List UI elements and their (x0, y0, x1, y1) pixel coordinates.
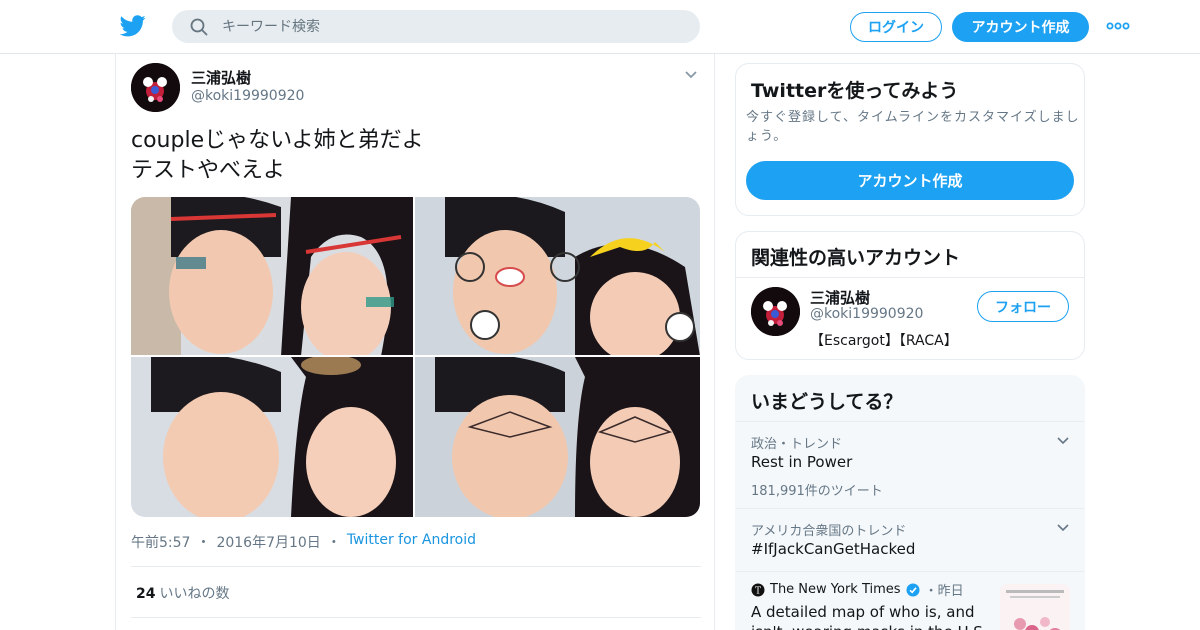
card-title: 関連性の高いアカウント (751, 247, 961, 269)
related-accounts-card: 関連性の高いアカウント 三浦弘樹 @koki19990920 【Escargot… (735, 231, 1085, 360)
tweet-author-handle[interactable]: @koki19990920 (191, 88, 304, 104)
card-title: Twitterを使ってみよう (751, 80, 959, 102)
twitter-logo-icon[interactable] (120, 14, 146, 38)
signup-button[interactable]: アカウント作成 (952, 12, 1089, 42)
news-thumbnail[interactable] (1000, 584, 1070, 630)
meta-separator: ・ (326, 535, 341, 551)
signup-promo-description: 今すぐ登録して、タイムラインをカスタマイズしましょう。 (746, 110, 1080, 144)
tweet-photo[interactable] (415, 357, 700, 517)
tweet-photo[interactable] (131, 197, 414, 356)
search-icon (190, 18, 208, 36)
nyt-logo-icon: T (751, 583, 765, 596)
login-button[interactable]: ログイン (850, 12, 942, 42)
svg-text:T: T (755, 586, 761, 596)
trend-context: 政治・トレンド (751, 437, 843, 452)
avatar-image (131, 63, 180, 112)
meta-separator: ・ (196, 535, 211, 551)
follow-button[interactable]: フォロー (977, 291, 1069, 322)
tweet-photo[interactable] (415, 197, 700, 356)
related-account-name[interactable]: 三浦弘樹 (810, 287, 870, 308)
news-source-name: The New York Times (770, 582, 901, 597)
trends-card: いまどうしてる？ 政治・トレンド Rest in Power 181,991件の… (735, 375, 1085, 630)
related-account-handle[interactable]: @koki19990920 (810, 306, 923, 322)
like-stats[interactable]: 24 いいねの数 (136, 583, 229, 603)
search-input[interactable] (222, 10, 682, 43)
search-bar (172, 10, 700, 43)
news-time: ・昨日 (924, 584, 964, 599)
signup-promo-card: Twitterを使ってみよう 今すぐ登録して、タイムラインをカスタマイズしましょ… (735, 63, 1085, 216)
trend-name[interactable]: #IfJackCanGetHacked (751, 540, 915, 558)
chevron-down-icon[interactable] (1056, 523, 1070, 533)
trend-item[interactable]: アメリカ合衆国のトレンド #IfJackCanGetHacked (736, 508, 1084, 571)
card-title: いまどうしてる？ (751, 391, 903, 413)
tweet-detail: 三浦弘樹 @koki19990920 coupleじゃないよ姉と弟だよ テストや… (115, 54, 715, 630)
divider (131, 566, 701, 567)
top-navigation-bar: ログイン アカウント作成 (0, 0, 1200, 54)
tweet-text: coupleじゃないよ姉と弟だよ テストやべえよ (131, 128, 424, 183)
trend-item[interactable]: 政治・トレンド Rest in Power 181,991件のツイート (736, 421, 1084, 508)
news-item[interactable]: T The New York Times ・昨日 A detailed map … (736, 571, 1084, 630)
trend-name[interactable]: Rest in Power (751, 453, 852, 471)
news-source: T The New York Times ・昨日 (751, 580, 964, 599)
chevron-down-icon[interactable] (1056, 436, 1070, 446)
divider (736, 277, 1084, 278)
tweet-time[interactable]: 午前5:57 (131, 532, 190, 552)
tweet-source-link[interactable]: Twitter for Android (347, 532, 476, 552)
avatar[interactable] (131, 63, 180, 112)
avatar[interactable] (751, 287, 800, 336)
tweet-date[interactable]: 2016年7月10日 (216, 532, 320, 552)
like-count: 24 (136, 586, 156, 602)
tweet-meta: 午前5:57 ・ 2016年7月10日 ・ Twitter for Androi… (131, 532, 476, 552)
like-label: いいねの数 (159, 586, 230, 602)
tweet-media-grid[interactable] (131, 197, 700, 517)
news-headline[interactable]: A detailed map of who is, and isn't, wea… (751, 602, 991, 630)
more-icon[interactable] (1106, 18, 1130, 34)
tweet-author-name[interactable]: 三浦弘樹 (191, 67, 251, 88)
related-account-bio: 【Escargot】【RACA】 (810, 333, 958, 349)
divider (131, 617, 701, 618)
trend-count: 181,991件のツイート (751, 484, 883, 499)
create-account-button[interactable]: アカウント作成 (746, 161, 1074, 200)
trend-context: アメリカ合衆国のトレンド (751, 524, 907, 539)
chevron-down-icon[interactable] (684, 70, 698, 80)
verified-icon (906, 583, 920, 596)
tweet-photo[interactable] (131, 357, 414, 517)
